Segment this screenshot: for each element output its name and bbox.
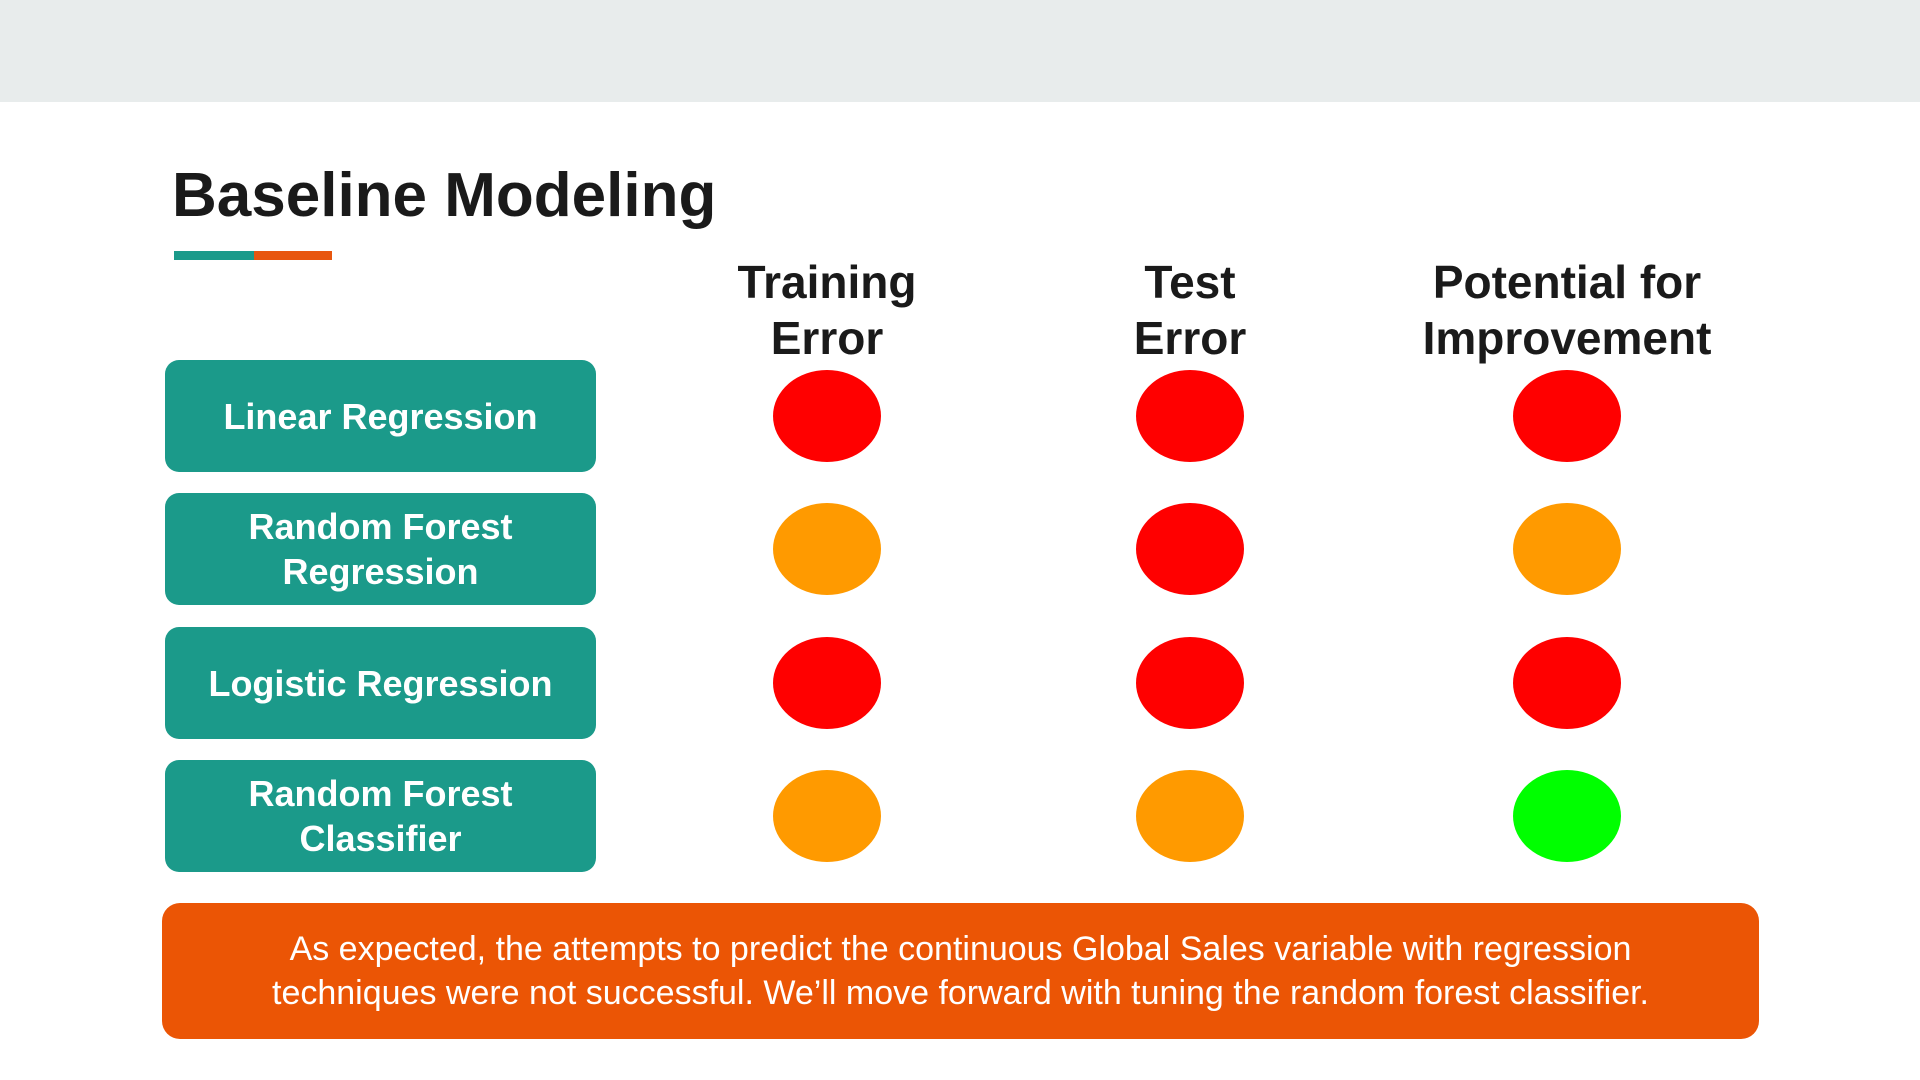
model-label-linear-regression: Linear Regression bbox=[165, 360, 596, 472]
column-header-line: Improvement bbox=[1422, 312, 1712, 364]
model-label-logistic-regression: Logistic Regression bbox=[165, 627, 596, 739]
status-dot-rf-classifier-test-error bbox=[1136, 770, 1244, 862]
model-label-random-forest-classifier: Random Forest Classifier bbox=[165, 760, 596, 872]
status-dot-logistic-regression-training-error bbox=[773, 637, 881, 729]
conclusion-line: techniques were not successful. We’ll mo… bbox=[272, 974, 1649, 1012]
status-dot-logistic-regression-potential bbox=[1513, 637, 1621, 729]
status-dot-rf-classifier-training-error bbox=[773, 770, 881, 862]
model-label-line: Classifier bbox=[299, 818, 462, 859]
status-dot-rf-regression-potential bbox=[1513, 503, 1621, 595]
column-header-line: Test bbox=[1144, 256, 1236, 308]
status-dot-rf-regression-test-error bbox=[1136, 503, 1244, 595]
status-dot-linear-regression-test-error bbox=[1136, 370, 1244, 462]
column-header-line: Potential for bbox=[1432, 256, 1702, 308]
status-dot-logistic-regression-test-error bbox=[1136, 637, 1244, 729]
page-title: Baseline Modeling bbox=[172, 161, 717, 230]
column-header-line: Error bbox=[770, 312, 884, 364]
header-band bbox=[0, 0, 1920, 102]
conclusion-line: As expected, the attempts to predict the… bbox=[289, 930, 1632, 968]
model-label-line: Linear Regression bbox=[223, 395, 538, 437]
conclusion-box: As expected, the attempts to predict the… bbox=[162, 903, 1759, 1039]
model-label-line: Logistic Regression bbox=[208, 662, 553, 704]
title-underline-orange bbox=[254, 251, 332, 260]
status-dot-linear-regression-potential bbox=[1513, 370, 1621, 462]
model-label-line: Random Forest bbox=[248, 506, 513, 547]
model-label-line: Random Forest bbox=[248, 773, 513, 814]
column-header-test-error: Test Error bbox=[980, 254, 1400, 366]
column-header-potential-for-improvement: Potential for Improvement bbox=[1357, 254, 1777, 366]
column-header-training-error: Training Error bbox=[617, 254, 1037, 366]
column-header-line: Training bbox=[737, 256, 917, 308]
slide: Baseline Modeling Training Error Test Er… bbox=[0, 0, 1920, 1080]
status-dot-rf-classifier-potential bbox=[1513, 770, 1621, 862]
status-dot-rf-regression-training-error bbox=[773, 503, 881, 595]
title-underline-teal bbox=[174, 251, 254, 260]
status-dot-linear-regression-training-error bbox=[773, 370, 881, 462]
column-header-line: Error bbox=[1133, 312, 1247, 364]
model-label-random-forest-regression: Random Forest Regression bbox=[165, 493, 596, 605]
model-label-line: Regression bbox=[282, 551, 479, 592]
